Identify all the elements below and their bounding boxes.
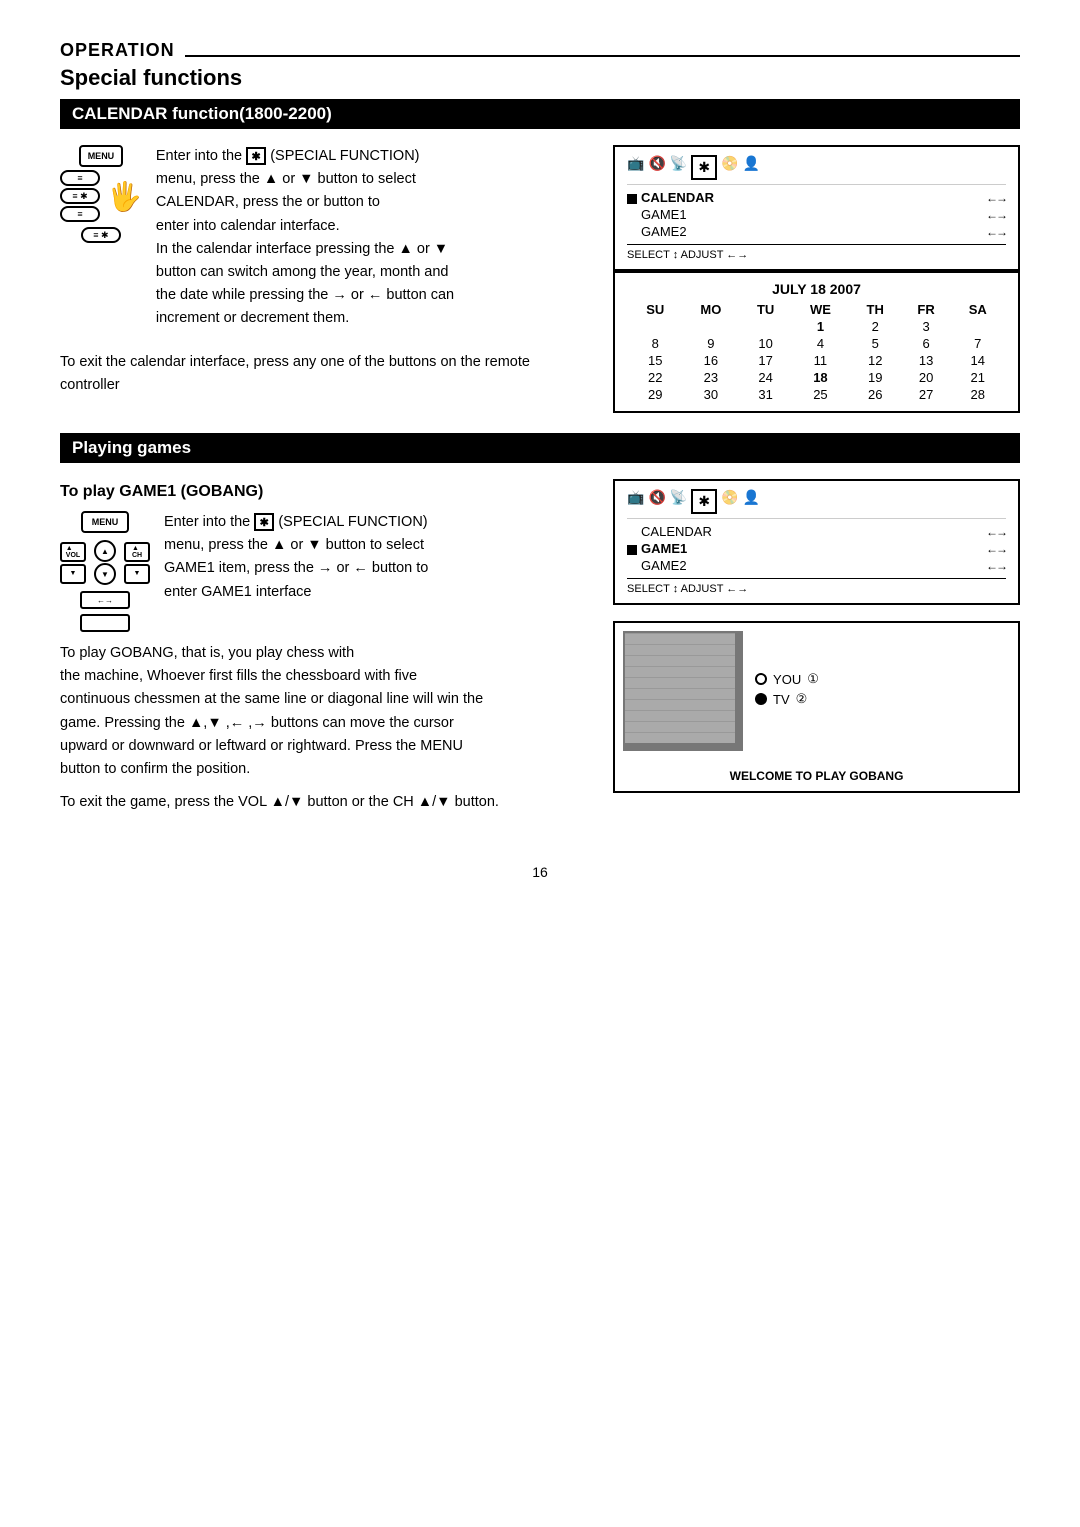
calendar-right-col: 📺 🔇 📡 ✱ 📀 👤 CALENDAR ←→ GAME1 ←→ GAME2 ←… xyxy=(613,145,1020,413)
game-para-1: Enter into the ✱ (SPECIAL FUNCTION) menu… xyxy=(164,511,589,604)
games-left-col: To play GAME1 (GOBANG) MENU ▲VOL ▼ xyxy=(60,479,589,824)
tv-piece-icon xyxy=(755,693,767,705)
game-exit-text: To exit the game, press the VOL ▲/▼ butt… xyxy=(60,791,589,814)
game-osd-icon-special: ✱ xyxy=(691,489,717,514)
game-osd-icon-user: 👤 xyxy=(743,489,760,514)
remote-oval-3: ≡ xyxy=(60,206,100,222)
game-instruction-text: Enter into the ✱ (SPECIAL FUNCTION) menu… xyxy=(164,511,589,632)
operation-line xyxy=(185,55,1020,57)
you-piece-icon xyxy=(755,673,767,685)
osd-top-icons: 📺 🔇 📡 ✱ 📀 👤 xyxy=(627,155,1006,185)
cal-row-5: 293031 25262728 xyxy=(629,386,1004,403)
cal-row-3: 151617 11121314 xyxy=(629,352,1004,369)
gobang-you-row: YOU ① xyxy=(755,671,819,687)
calendar-section-content: MENU ≡ ≡ ✱ ≡ 🖐 ≡ ✱ Enter into the ✱ (SPE… xyxy=(60,145,1020,413)
osd-bottom-text: SELECT ↕ ADJUST ←→ xyxy=(627,249,1006,261)
calendar-table: SU MO TU WE TH FR SA 1 23 xyxy=(629,301,1004,403)
gobang-board xyxy=(623,631,743,751)
remote-oval-4: ≡ ✱ xyxy=(81,227,121,243)
remote-buttons-game: MENU ▲VOL ▼ ▲ ▼ xyxy=(60,511,150,632)
games-right-col: 📺 🔇 📡 ✱ 📀 👤 CALENDAR ←→ GAME1 ←→ GAME2 ←… xyxy=(613,479,1020,824)
gobang-description: To play GOBANG, that is, you play chess … xyxy=(60,642,589,781)
col-fr: FR xyxy=(901,301,952,318)
gobang-welcome-text: WELCOME TO PLAY GOBANG xyxy=(623,769,1010,783)
game-osd-divider xyxy=(627,578,1006,579)
cal-row-2: 8910 4567 xyxy=(629,335,1004,352)
calendar-instructions: MENU ≡ ≡ ✱ ≡ 🖐 ≡ ✱ Enter into the ✱ (SPE… xyxy=(60,145,589,341)
calendar-header-row: SU MO TU WE TH FR SA xyxy=(629,301,1004,318)
osd-icon-signal: 📡 xyxy=(670,155,687,180)
calendar-instruction-text: Enter into the ✱ (SPECIAL FUNCTION) menu… xyxy=(156,145,589,341)
osd-icon-mute: 🔇 xyxy=(648,155,665,180)
col-tu: TU xyxy=(740,301,791,318)
gobang-legend: YOU ① TV ② xyxy=(755,671,819,711)
calendar-body: 1 23 8910 4567 151617 11121314 222324 18 xyxy=(629,318,1004,403)
special-function-icon: ✱ xyxy=(246,147,266,165)
game-osd-row-game2: GAME2 ←→ xyxy=(627,557,1006,574)
game-wide-btn2 xyxy=(80,614,130,632)
ch-up-button: ▲CH xyxy=(124,542,150,562)
remote-oval-2: ≡ ✱ xyxy=(60,188,100,204)
calendar-section-bar: CALENDAR function(1800-2200) xyxy=(60,99,1020,129)
game-osd-top-icons: 📺 🔇 📡 ✱ 📀 👤 xyxy=(627,489,1006,519)
vol-down-button: ▼ xyxy=(60,564,86,584)
cal-row-4: 222324 18 192021 xyxy=(629,369,1004,386)
calendar-date-title: JULY 18 2007 xyxy=(629,281,1004,297)
arrow-up-btn: ▲ xyxy=(94,540,116,562)
calendar-para-1: Enter into the ✱ (SPECIAL FUNCTION) menu… xyxy=(156,145,589,331)
special-functions-title: Special functions xyxy=(60,65,1020,91)
col-th: TH xyxy=(850,301,901,318)
gobang-tv-row: TV ② xyxy=(755,691,819,707)
col-su: SU xyxy=(629,301,681,318)
col-mo: MO xyxy=(681,301,740,318)
game-osd-icon-mute: 🔇 xyxy=(648,489,665,514)
arrow-down-btn: ▼ xyxy=(94,563,116,585)
cal-row-1: 1 23 xyxy=(629,318,1004,335)
hand-icon: 🖐 xyxy=(107,180,142,213)
osd-divider xyxy=(627,244,1006,245)
col-sa: SA xyxy=(952,301,1004,318)
game-osd-row-calendar: CALENDAR ←→ xyxy=(627,523,1006,540)
osd-row-game2: GAME2 ←→ xyxy=(627,223,1006,240)
page-number: 16 xyxy=(60,864,1020,880)
game-instructions: MENU ▲VOL ▼ ▲ ▼ xyxy=(60,511,589,632)
menu-button: MENU xyxy=(79,145,123,167)
osd-row-game1: GAME1 ←→ xyxy=(627,206,1006,223)
game-osd-bottom: SELECT ↕ ADJUST ←→ xyxy=(627,583,1006,595)
calendar-left-col: MENU ≡ ≡ ✱ ≡ 🖐 ≡ ✱ Enter into the ✱ (SPE… xyxy=(60,145,589,413)
game-osd-row-game1: GAME1 ←→ xyxy=(627,540,1006,557)
gobang-inner: YOU ① TV ② xyxy=(623,631,819,751)
osd-icon-tv: 📺 xyxy=(627,155,644,180)
game-selected-marker xyxy=(627,545,637,555)
ch-down-button: ▼ xyxy=(124,564,150,584)
game-osd-icon-signal: 📡 xyxy=(670,489,687,514)
game-special-icon: ✱ xyxy=(254,513,274,531)
operation-header: OPERATION xyxy=(60,40,1020,61)
remote-oval-1: ≡ xyxy=(60,170,100,186)
selected-marker xyxy=(627,194,637,204)
game-osd-icon-disc: 📀 xyxy=(721,489,738,514)
osd-icon-user: 👤 xyxy=(743,155,760,180)
col-we: WE xyxy=(791,301,850,318)
osd-icon-disc: 📀 xyxy=(721,155,738,180)
game-wide-btn: ←→ xyxy=(80,591,130,609)
gobang-subsection-title: To play GAME1 (GOBANG) xyxy=(60,483,589,501)
remote-buttons-calendar: MENU ≡ ≡ ✱ ≡ 🖐 ≡ ✱ xyxy=(60,145,142,341)
games-section-content: To play GAME1 (GOBANG) MENU ▲VOL ▼ xyxy=(60,479,1020,824)
calendar-exit-text: To exit the calendar interface, press an… xyxy=(60,351,589,397)
game-osd-icon-tv: 📺 xyxy=(627,489,644,514)
gobang-display-box: YOU ① TV ② WELCOME TO PLAY GOBANG xyxy=(613,621,1020,793)
games-osd-box: 📺 🔇 📡 ✱ 📀 👤 CALENDAR ←→ GAME1 ←→ GAME2 ←… xyxy=(613,479,1020,605)
calendar-osd-box: 📺 🔇 📡 ✱ 📀 👤 CALENDAR ←→ GAME1 ←→ GAME2 ←… xyxy=(613,145,1020,271)
calendar-display-box: JULY 18 2007 SU MO TU WE TH FR SA xyxy=(613,271,1020,413)
operation-title: OPERATION xyxy=(60,40,175,61)
games-section-bar: Playing games xyxy=(60,433,1020,463)
game-menu-button: MENU xyxy=(81,511,129,533)
vol-up-button: ▲VOL xyxy=(60,542,86,562)
osd-icon-special-highlighted: ✱ xyxy=(691,155,717,180)
osd-row-calendar: CALENDAR ←→ xyxy=(627,189,1006,206)
